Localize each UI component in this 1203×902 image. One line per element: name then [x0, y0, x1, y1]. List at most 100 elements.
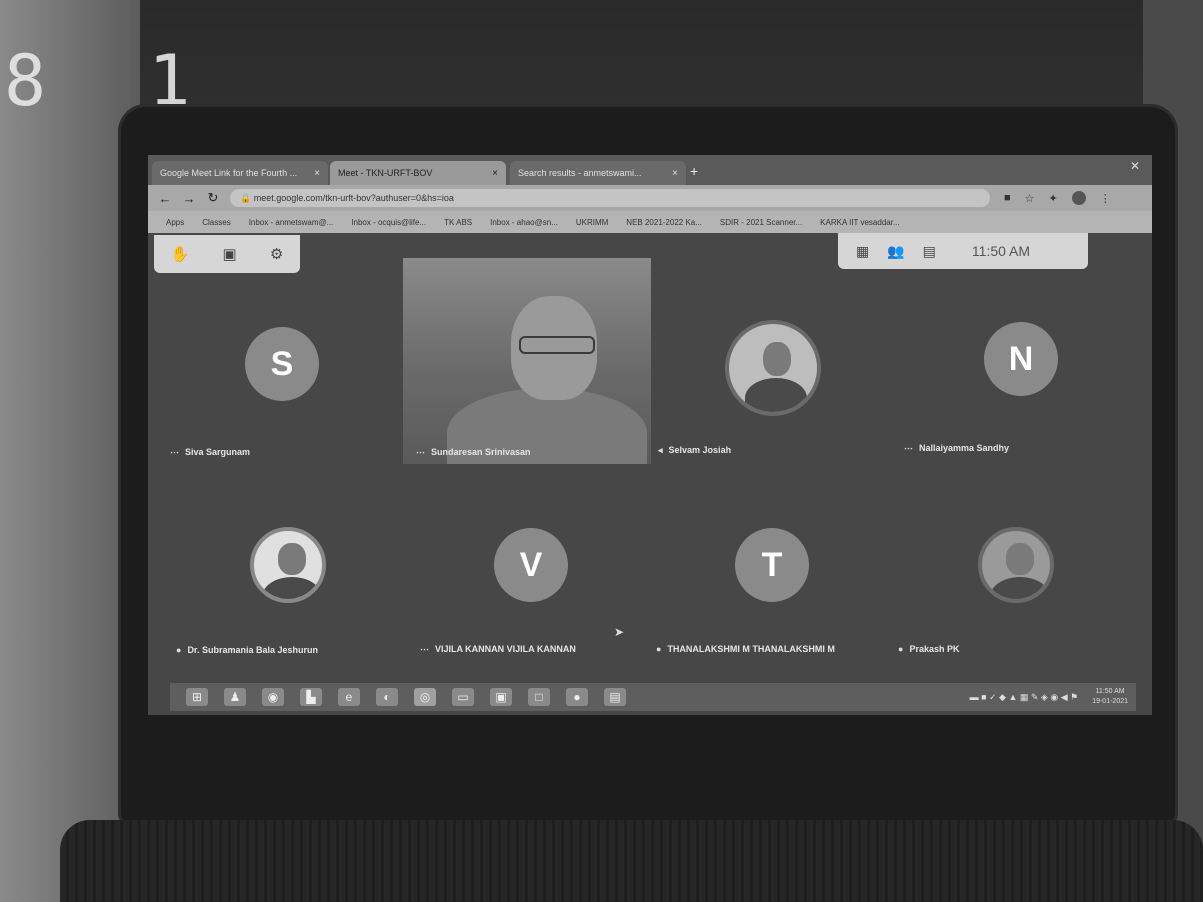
- close-icon[interactable]: ×: [314, 168, 320, 179]
- taskbar-clock[interactable]: 11:50 AM 19-01-2021: [1092, 687, 1128, 707]
- avatar-face: [1006, 543, 1034, 575]
- self-view-icon[interactable]: ▣: [223, 245, 237, 263]
- participant-name-text: Selvam Josiah: [668, 445, 732, 455]
- bookmark-item[interactable]: TK ABS: [444, 218, 472, 227]
- window-close-icon[interactable]: ✕: [1130, 159, 1140, 173]
- participant-name-text: Dr. Subramania Bala Jeshurun: [187, 645, 318, 655]
- browser-tab-bar: Google Meet Link for the Fourth ... × Me…: [148, 155, 1152, 185]
- participant-photo-avatar: [250, 527, 326, 603]
- mic-muted-icon: ●: [176, 645, 182, 655]
- mic-muted-icon: ●: [898, 644, 904, 654]
- participant-name: ● Prakash PK: [898, 644, 959, 654]
- bookmark-item[interactable]: Inbox - ahao@sn...: [490, 218, 558, 227]
- taskbar-app-icon[interactable]: □: [528, 688, 550, 706]
- folder-icon[interactable]: ▭: [452, 688, 474, 706]
- laptop-screen: Google Meet Link for the Fourth ... × Me…: [148, 155, 1152, 715]
- back-arrow-icon[interactable]: ←: [158, 191, 172, 206]
- participant-video-tile[interactable]: [403, 258, 651, 464]
- document-icon[interactable]: ▤: [604, 688, 626, 706]
- url-input[interactable]: 🔒 meet.google.com/tkn-urft-bov?authuser=…: [230, 189, 990, 207]
- mic-muted-icon: ●: [656, 644, 662, 654]
- system-tray: ▬ ■ ✓ ◆ ▲ ▦ ✎ ◈ ◉ ◀ ⚑ 11:50 AM 19-01-202…: [970, 687, 1136, 707]
- camera-icon[interactable]: ■: [1004, 192, 1011, 204]
- participant-avatar: S: [245, 327, 319, 401]
- avatar-shoulders: [990, 577, 1050, 599]
- tab-label: Google Meet Link for the Fourth ...: [160, 168, 298, 178]
- tray-icons[interactable]: ▬ ■ ✓ ◆ ▲ ▦ ✎ ◈ ◉ ◀ ⚑: [970, 692, 1079, 703]
- participant-photo-avatar: [725, 320, 821, 416]
- extension-icon[interactable]: ✦: [1049, 192, 1058, 205]
- chat-icon[interactable]: ▤: [923, 243, 936, 260]
- mouse-cursor-icon: ➤: [614, 625, 625, 639]
- start-button-icon[interactable]: ⊞: [186, 688, 208, 706]
- mic-muted-icon: ⋯: [904, 443, 913, 453]
- lock-icon: 🔒: [240, 192, 254, 203]
- bookmark-item[interactable]: KARKA IIT vesaddar...: [820, 218, 899, 227]
- avatar-shoulders: [262, 577, 322, 599]
- participant-name: ● THANALAKSHMI M THANALAKSHMI M: [656, 644, 835, 654]
- bookmark-item[interactable]: SDIR - 2021 Scanner...: [720, 218, 802, 227]
- participant-name-text: VIJILA KANNAN VIJILA KANNAN: [435, 644, 576, 654]
- chrome-icon[interactable]: ◎: [414, 688, 436, 706]
- bookmark-item[interactable]: Inbox - ocquis@life...: [351, 218, 426, 227]
- reload-icon[interactable]: ↻: [206, 190, 220, 206]
- participant-name-text: Siva Sargunam: [185, 447, 251, 457]
- profile-avatar[interactable]: [1071, 191, 1086, 205]
- hand-icon[interactable]: ✋: [171, 245, 190, 263]
- participant-name-text: Nallaiyamma Sandhy: [919, 443, 1010, 453]
- windows-taskbar: ⊞ ♟ ◉ ▙ e ◐ ◎ ▭ ▣ □ ● ▤ ▬ ■ ✓ ◆ ▲ ▦ ✎ ◈ …: [170, 683, 1136, 711]
- participant-avatar: N: [984, 322, 1058, 396]
- menu-dots-icon[interactable]: ⋮: [1100, 192, 1111, 205]
- meet-top-bar: ▦ 👥 ▤ 11:50 AM: [838, 233, 1088, 269]
- close-icon[interactable]: ×: [672, 168, 678, 179]
- bookmark-item[interactable]: Classes: [202, 218, 230, 227]
- bookmark-item[interactable]: Inbox - anmetswam@...: [249, 218, 334, 227]
- close-icon[interactable]: ×: [492, 168, 498, 179]
- taskbar-time: 11:50 AM: [1095, 688, 1125, 695]
- participant-name: ⋯ Siva Sargunam: [170, 447, 250, 458]
- bookmarks-bar: Apps Classes Inbox - anmetswam@... Inbox…: [148, 211, 1152, 233]
- tab-label: Search results - anmetswami...: [518, 168, 642, 178]
- participant-name: ⋯ Nallaiyamma Sandhy: [904, 443, 1009, 454]
- taskbar-app-icon[interactable]: ▣: [490, 688, 512, 706]
- participant-name: ⋯ Sundaresan Srinivasan: [416, 447, 531, 458]
- tab-meet-link[interactable]: Google Meet Link for the Fourth ... ×: [152, 161, 328, 185]
- taskbar-app-icon[interactable]: ●: [566, 688, 588, 706]
- meet-self-controls: ✋ ▣ ⚙: [154, 235, 300, 273]
- tab-label: Meet - TKN-URFT-BOV: [338, 168, 433, 178]
- address-toolbar: ← → ↻ 🔒 meet.google.com/tkn-urft-bov?aut…: [148, 185, 1152, 211]
- bookmark-item[interactable]: NEB 2021-2022 Ka...: [626, 218, 702, 227]
- taskbar-app-icon[interactable]: ◉: [262, 688, 284, 706]
- participant-name-text: THANALAKSHMI M THANALAKSHMI M: [667, 644, 835, 654]
- taskbar-app-icon[interactable]: ♟: [224, 688, 246, 706]
- people-icon[interactable]: 👥: [887, 243, 904, 260]
- tab-search-results[interactable]: Search results - anmetswami... ×: [510, 161, 686, 185]
- mic-on-icon: ◂: [658, 445, 663, 455]
- avatar-shoulders: [745, 378, 807, 412]
- participant-avatar: V: [494, 528, 568, 602]
- avatar-face: [763, 342, 791, 376]
- settings-icon[interactable]: ⚙: [270, 245, 283, 263]
- avatar-face: [278, 543, 306, 575]
- participant-name: ⋯ VIJILA KANNAN VIJILA KANNAN: [420, 644, 576, 655]
- mic-muted-icon: ⋯: [420, 644, 429, 654]
- bookmark-item[interactable]: Apps: [166, 218, 184, 227]
- taskbar-date: 19-01-2021: [1092, 698, 1128, 705]
- participant-name-text: Prakash PK: [909, 644, 960, 654]
- star-icon[interactable]: ☆: [1025, 192, 1035, 205]
- tab-meet[interactable]: Meet - TKN-URFT-BOV ×: [330, 161, 506, 185]
- layout-icon[interactable]: ▦: [856, 243, 869, 260]
- participant-avatar: T: [735, 528, 809, 602]
- taskbar-app-icon[interactable]: ▙: [300, 688, 322, 706]
- laptop-keyboard: [60, 820, 1203, 902]
- participant-name: ● Dr. Subramania Bala Jeshurun: [176, 645, 318, 655]
- mic-muted-icon: ⋯: [416, 447, 425, 457]
- new-tab-button[interactable]: +: [690, 163, 698, 179]
- bookmark-item[interactable]: UKRIMM: [576, 218, 608, 227]
- participant-name: ◂ Selvam Josiah: [658, 445, 731, 456]
- internet-explorer-icon[interactable]: e: [338, 688, 360, 706]
- forward-arrow-icon[interactable]: →: [182, 191, 196, 206]
- video-glasses: [519, 336, 595, 354]
- firefox-icon[interactable]: ◐: [376, 688, 398, 706]
- meet-clock: 11:50 AM: [971, 243, 1031, 259]
